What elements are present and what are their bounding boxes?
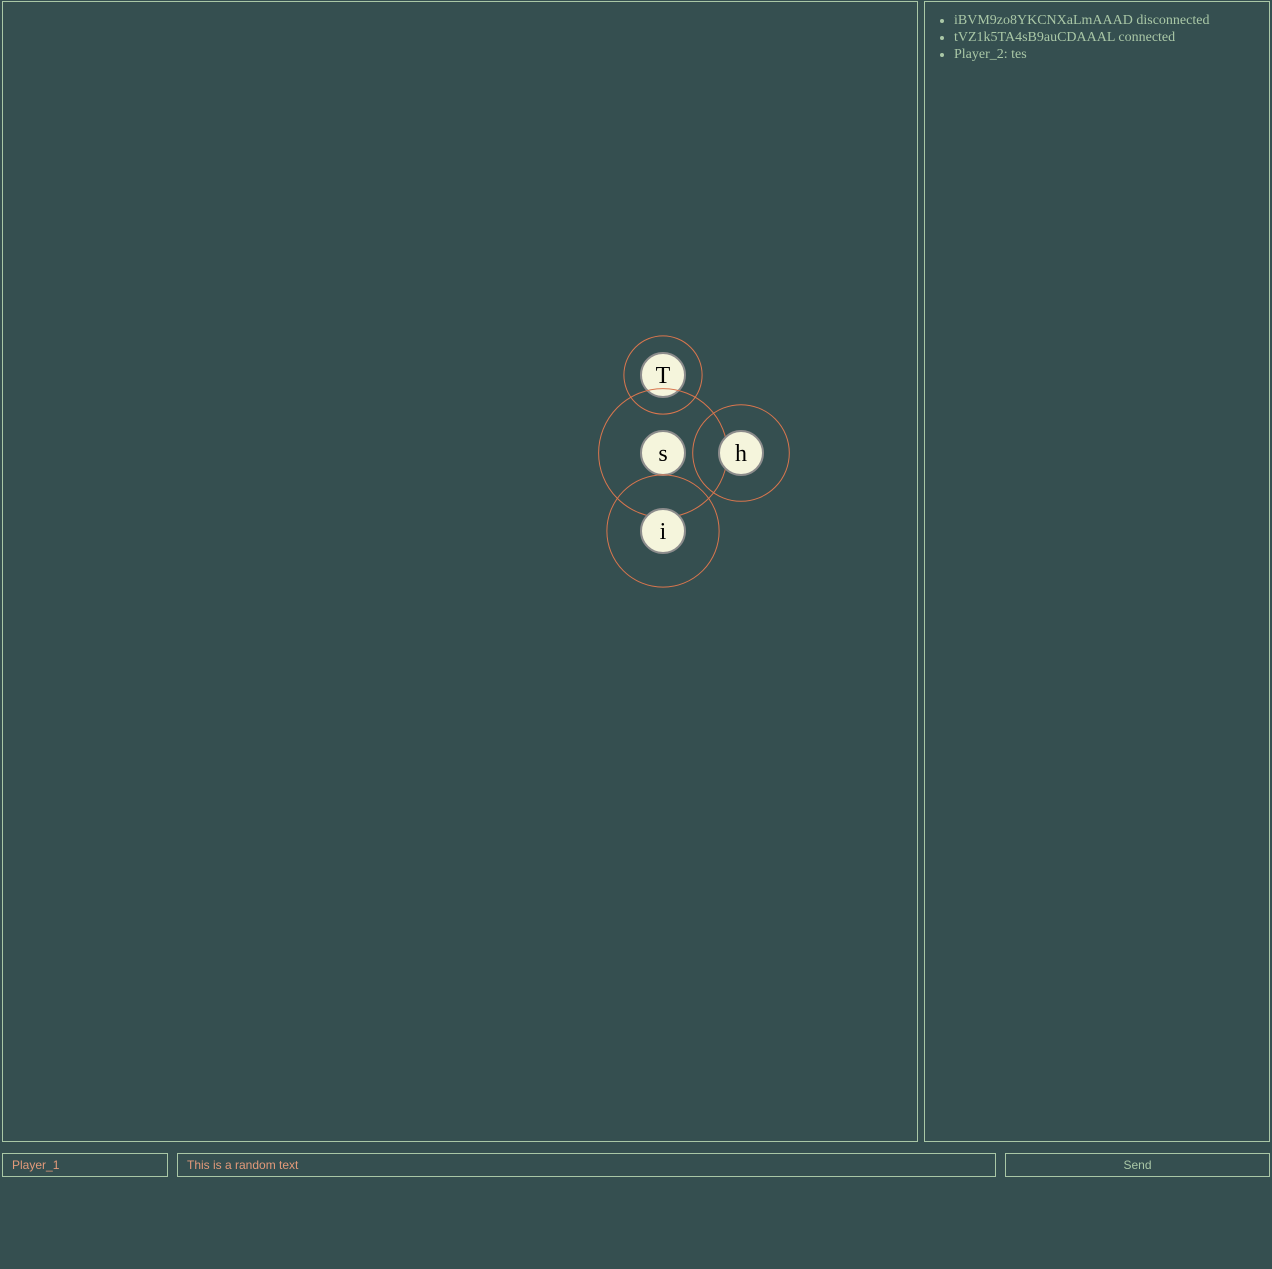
tile-letter: T (656, 363, 671, 389)
tile-letter: i (660, 519, 667, 545)
letter-tile[interactable]: h (692, 404, 790, 502)
message-log: iBVM9zo8YKCNXaLmAAAD disconnected tVZ1k5… (924, 1, 1270, 1142)
board-canvas[interactable]: Ts h i (3, 2, 919, 1143)
player-name-input[interactable] (2, 1153, 168, 1177)
tile-letter: h (735, 441, 747, 467)
message-input[interactable] (177, 1153, 996, 1177)
log-message: Player_2: tes (954, 46, 1269, 63)
game-board[interactable]: Ts h i (2, 1, 918, 1142)
tile-letter: s (658, 441, 667, 467)
letter-tile[interactable]: T (623, 335, 703, 415)
send-button[interactable]: Send (1005, 1153, 1270, 1177)
letter-tile[interactable]: i (606, 474, 720, 588)
log-message: tVZ1k5TA4sB9auCDAAAL connected (954, 29, 1269, 46)
log-message: iBVM9zo8YKCNXaLmAAAD disconnected (954, 12, 1269, 29)
